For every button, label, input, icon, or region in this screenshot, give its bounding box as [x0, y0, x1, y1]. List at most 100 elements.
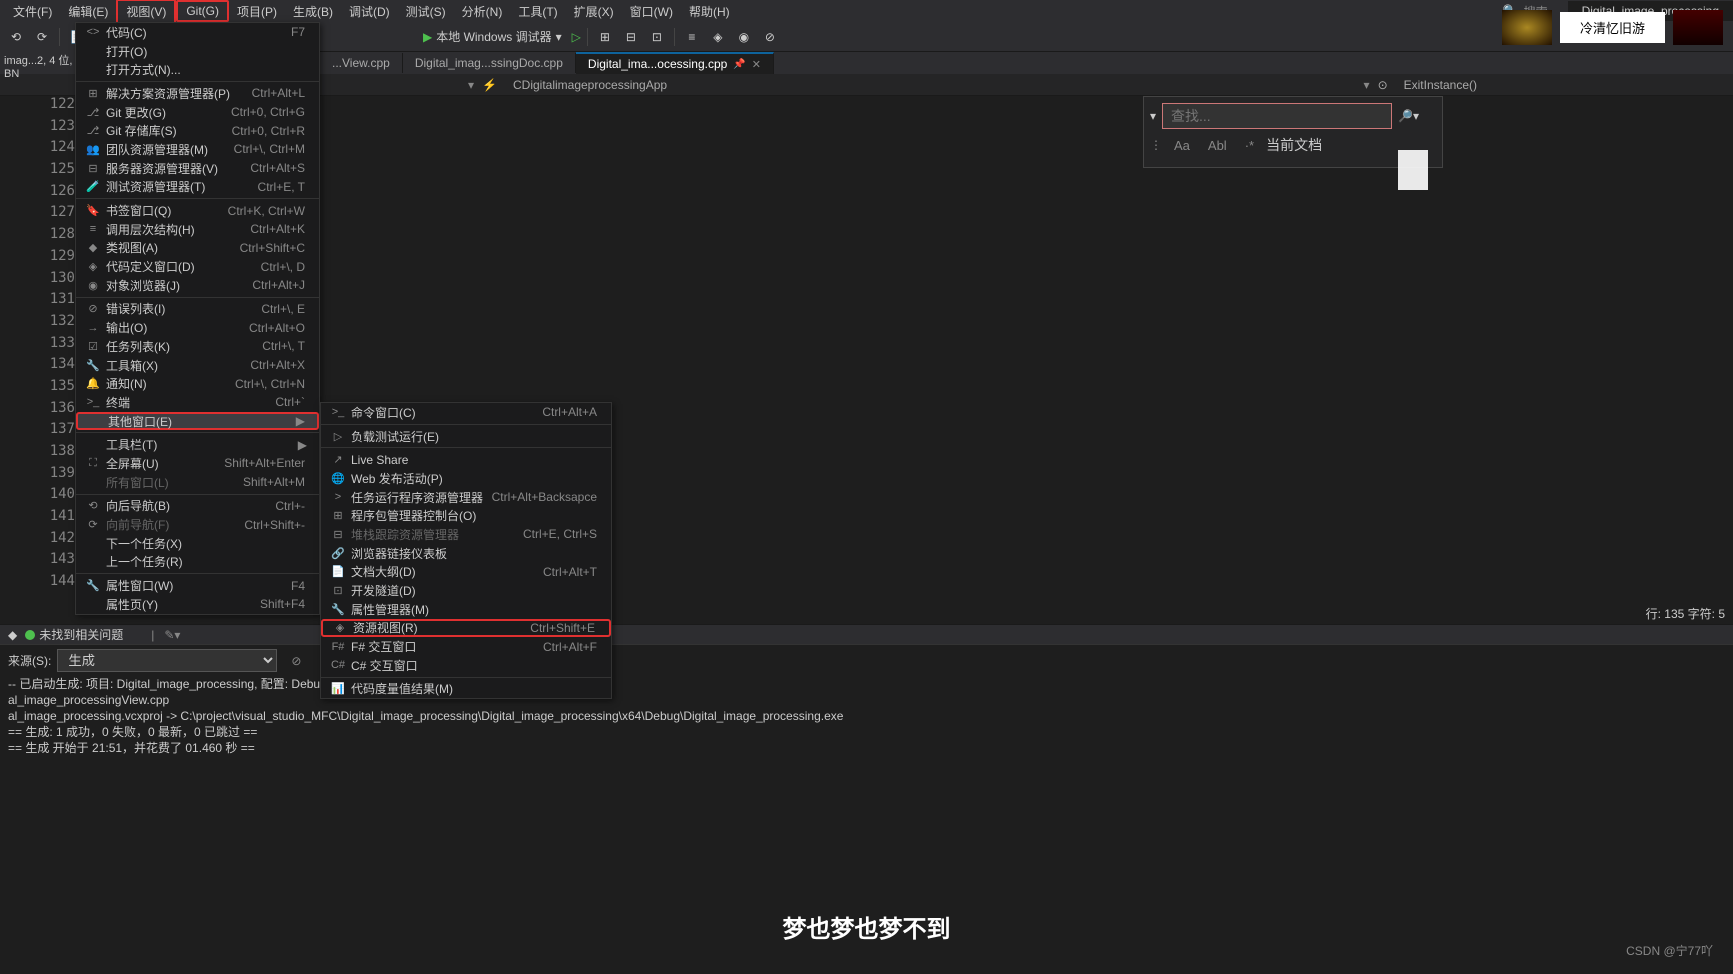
- match-case[interactable]: Aa: [1168, 136, 1196, 155]
- tb-icon-5[interactable]: ◈: [707, 26, 729, 48]
- menu-item[interactable]: 👥团队资源管理器(M)Ctrl+\, Ctrl+M: [76, 140, 319, 159]
- menu-item[interactable]: ⟲向后导航(B)Ctrl+-: [76, 497, 319, 516]
- menu-item[interactable]: 🔧属性窗口(W)F4: [76, 576, 319, 595]
- menu-test[interactable]: 测试(S): [398, 1, 454, 22]
- menu-edit[interactable]: 编辑(E): [60, 1, 116, 22]
- menu-item[interactable]: ◉对象浏览器(J)Ctrl+Alt+J: [76, 276, 319, 295]
- menu-item[interactable]: 打开方式(N)...: [76, 60, 319, 79]
- menu-item[interactable]: ▷负载测试运行(E): [321, 427, 611, 446]
- menu-project[interactable]: 项目(P): [229, 1, 285, 22]
- menu-item[interactable]: >_终端Ctrl+`: [76, 393, 319, 412]
- menu-item[interactable]: 📄文档大纲(D)Ctrl+Alt+T: [321, 563, 611, 582]
- play-icon-2[interactable]: ▷: [572, 30, 581, 44]
- menu-item[interactable]: ⊞程序包管理器控制台(O): [321, 506, 611, 525]
- view-menu: <>代码(C)F7打开(O)打开方式(N)... ⊞解决方案资源管理器(P)Ctr…: [75, 22, 320, 615]
- menu-item[interactable]: ↗Live Share: [321, 450, 611, 469]
- submenu-arrow-icon: ▶: [296, 414, 309, 428]
- tb-icon-3[interactable]: ⊡: [646, 26, 668, 48]
- menu-build[interactable]: 生成(B): [285, 1, 341, 22]
- menu-item[interactable]: ⊞解决方案资源管理器(P)Ctrl+Alt+L: [76, 84, 319, 103]
- menu-label: 代码度量值结果(M): [347, 680, 597, 697]
- menu-item[interactable]: 🔗浏览器链接仪表板: [321, 544, 611, 563]
- regex[interactable]: ·*: [1239, 136, 1260, 155]
- menu-item[interactable]: 其他窗口(E)▶: [76, 412, 319, 431]
- chevron-down-icon[interactable]: ▾: [468, 78, 474, 92]
- issues-status[interactable]: 未找到相关问题: [17, 626, 131, 643]
- menu-item[interactable]: F#F# 交互窗口Ctrl+Alt+F: [321, 637, 611, 656]
- expand-icon[interactable]: ⋮: [1150, 138, 1162, 152]
- clear-icon[interactable]: ⊘: [291, 654, 301, 668]
- find-input[interactable]: [1162, 103, 1392, 129]
- menu-item[interactable]: ⊡开发隧道(D): [321, 581, 611, 600]
- menu-item[interactable]: 🔧工具箱(X)Ctrl+Alt+X: [76, 356, 319, 375]
- menu-item[interactable]: ≡调用层次结构(H)Ctrl+Alt+K: [76, 220, 319, 239]
- menu-item[interactable]: 属性页(Y)Shift+F4: [76, 595, 319, 614]
- menu-label: 堆栈跟踪资源管理器: [347, 526, 523, 543]
- forward-icon[interactable]: ⟳: [31, 26, 53, 48]
- menu-analyze[interactable]: 分析(N): [454, 1, 511, 22]
- menu-shortcut: Ctrl+`: [275, 395, 311, 409]
- menu-item[interactable]: ◈资源视图(R)Ctrl+Shift+E: [321, 619, 611, 638]
- menu-shortcut: Ctrl+Alt+Backsapce: [492, 490, 603, 504]
- menu-item[interactable]: ⎇Git 更改(G)Ctrl+0, Ctrl+G: [76, 103, 319, 122]
- menu-item[interactable]: 打开(O): [76, 42, 319, 61]
- tb-icon-2[interactable]: ⊟: [620, 26, 642, 48]
- menu-item[interactable]: 🔔通知(N)Ctrl+\, Ctrl+N: [76, 374, 319, 393]
- menu-item[interactable]: ⊘错误列表(I)Ctrl+\, E: [76, 300, 319, 319]
- menu-item[interactable]: 🌐Web 发布活动(P): [321, 469, 611, 488]
- line-number: 137: [35, 421, 75, 443]
- tab-processing-cpp[interactable]: Digital_ima...ocessing.cpp 📌 ✕: [576, 52, 774, 74]
- menu-git[interactable]: Git(G): [176, 0, 229, 22]
- find-scope[interactable]: 当前文档: [1266, 135, 1322, 155]
- menu-item[interactable]: <>代码(C)F7: [76, 23, 319, 42]
- menu-window[interactable]: 窗口(W): [622, 1, 681, 22]
- run-button[interactable]: ▶ 本地 Windows 调试器 ▾: [417, 26, 568, 47]
- pin-icon[interactable]: 📌: [733, 59, 745, 70]
- tab-view-cpp[interactable]: ...View.cpp: [320, 53, 403, 73]
- tb-icon-6[interactable]: ◉: [733, 26, 755, 48]
- tab-doc-cpp[interactable]: Digital_imag...ssingDoc.cpp: [403, 53, 576, 73]
- menu-item[interactable]: C#C# 交互窗口: [321, 656, 611, 675]
- menu-label: 代码定义窗口(D): [102, 258, 261, 275]
- menu-item[interactable]: 📊代码度量值结果(M): [321, 680, 611, 699]
- tb-icon-1[interactable]: ⊞: [594, 26, 616, 48]
- menu-item[interactable]: 上一个任务(R): [76, 553, 319, 572]
- tb-icon-7[interactable]: ⊘: [759, 26, 781, 48]
- menu-item[interactable]: ⎇Git 存储库(S)Ctrl+0, Ctrl+R: [76, 121, 319, 140]
- output-line: == 生成 开始于 21:51，并花费了 01.460 秒 ==: [8, 740, 1725, 756]
- menu-file[interactable]: 文件(F): [5, 1, 60, 22]
- menu-item[interactable]: 🔖书签窗口(Q)Ctrl+K, Ctrl+W: [76, 201, 319, 220]
- menu-item[interactable]: →输出(O)Ctrl+Alt+O: [76, 318, 319, 337]
- tb-icon-4[interactable]: ≡: [681, 26, 703, 48]
- search-icon[interactable]: 🔎▾: [1398, 109, 1419, 123]
- menu-item[interactable]: ◆类视图(A)Ctrl+Shift+C: [76, 239, 319, 258]
- chevron-down-icon[interactable]: ▾: [1364, 78, 1370, 92]
- output-panel: 来源(S): 生成 ⊘ -- 已启动生成: 项目: Digital_image_…: [0, 644, 1733, 914]
- minimap[interactable]: [1398, 150, 1428, 190]
- whole-word[interactable]: Abl: [1202, 136, 1233, 155]
- menu-extensions[interactable]: 扩展(X): [566, 1, 622, 22]
- menu-debug[interactable]: 调试(D): [341, 1, 398, 22]
- close-icon[interactable]: ✕: [752, 58, 761, 71]
- menu-item[interactable]: 🔧属性管理器(M): [321, 600, 611, 619]
- menu-view[interactable]: 视图(V): [116, 0, 176, 24]
- brush-icon[interactable]: ✎▾: [164, 628, 180, 642]
- menu-item[interactable]: ☑任务列表(K)Ctrl+\, T: [76, 337, 319, 356]
- output-source-select[interactable]: 生成: [57, 649, 277, 672]
- menu-help[interactable]: 帮助(H): [681, 1, 738, 22]
- breadcrumb-scope[interactable]: CDigitalimageprocessingApp: [505, 76, 675, 94]
- menu-item[interactable]: ⊟服务器资源管理器(V)Ctrl+Alt+S: [76, 159, 319, 178]
- collapse-icon[interactable]: ▾: [1150, 109, 1156, 123]
- menu-item[interactable]: 工具栏(T)▶: [76, 435, 319, 454]
- menu-item[interactable]: >任务运行程序资源管理器Ctrl+Alt+Backsapce: [321, 488, 611, 507]
- menu-item[interactable]: ◈代码定义窗口(D)Ctrl+\, D: [76, 257, 319, 276]
- menu-item[interactable]: >_命令窗口(C)Ctrl+Alt+A: [321, 403, 611, 422]
- menu-item[interactable]: 🧪测试资源管理器(T)Ctrl+E, T: [76, 178, 319, 197]
- menu-item[interactable]: 下一个任务(X): [76, 534, 319, 553]
- breadcrumb-member[interactable]: ExitInstance(): [1396, 76, 1485, 94]
- menu-icon: ↗: [329, 453, 347, 466]
- back-icon[interactable]: ⟲: [5, 26, 27, 48]
- menu-tools[interactable]: 工具(T): [510, 1, 565, 22]
- file-tab-left[interactable]: imag...2, 4 位, BN: [0, 50, 78, 70]
- menu-item[interactable]: ⛶全屏幕(U)Shift+Alt+Enter: [76, 454, 319, 473]
